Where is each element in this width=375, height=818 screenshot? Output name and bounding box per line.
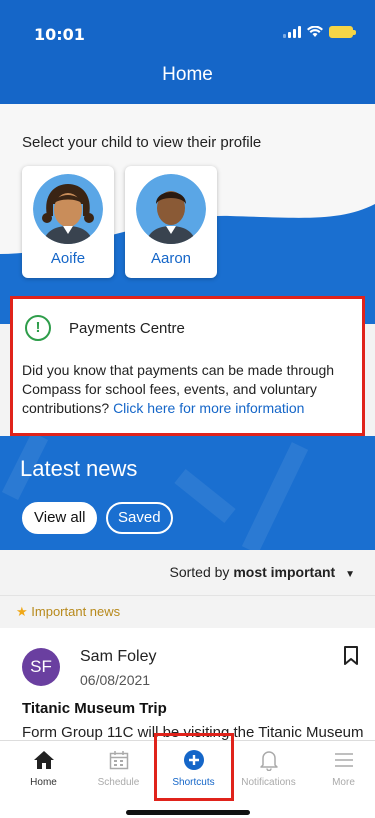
child-name: Aoife [50,250,86,267]
wifi-icon [307,26,323,37]
page-title: Home [162,64,213,85]
child-card-aaron[interactable]: Aaron [125,166,217,278]
nav-label: Notifications [241,777,296,788]
status-bar: 10:01 [0,0,375,60]
child-avatar [136,174,206,244]
shortcuts-highlight-box [154,733,234,801]
child-avatar [33,174,103,244]
sort-value: most important [233,564,336,580]
signal-icon [283,26,301,38]
saved-button[interactable]: Saved [106,502,173,534]
payments-info-link[interactable]: Click here for more information [113,400,304,416]
author-avatar: SF [22,648,60,686]
nav-schedule[interactable]: Schedule [81,747,156,788]
nav-label: Home [30,777,57,788]
home-icon [33,751,54,769]
battery-icon [329,26,356,38]
bell-icon [259,751,278,771]
latest-news-title: Latest news [20,456,138,481]
news-date: 06/08/2021 [80,672,151,688]
nav-home[interactable]: Home [6,747,81,788]
status-time: 10:01 [34,25,85,44]
calendar-icon [109,751,128,770]
latest-news-section: Latest news View all Saved [0,436,375,550]
nav-label: Schedule [97,777,140,788]
child-card-aoife[interactable]: Aoife [22,166,114,278]
payments-title: Payments Centre [69,320,185,337]
author-name: Sam Foley [80,648,157,665]
news-item[interactable]: SF Sam Foley 06/08/2021 Titanic Museum T… [0,628,375,748]
payments-body: Did you know that payments can be made t… [22,361,357,418]
caret-down-icon: ▼ [345,569,355,580]
nav-notifications[interactable]: Notifications [231,747,306,788]
bookmark-icon[interactable] [343,646,359,666]
sort-dropdown[interactable]: Sorted by most important ▼ [169,564,355,580]
nav-more[interactable]: More [306,747,375,788]
important-news-label: ★ Important news [16,604,121,619]
menu-icon [334,753,353,767]
select-child-prompt: Select your child to view their profile [22,134,262,151]
alert-icon: ! [25,315,51,341]
view-all-button[interactable]: View all [22,502,98,534]
news-item-title: Titanic Museum Trip [22,700,167,717]
important-news-header: ★ Important news [0,595,375,627]
home-indicator [126,810,250,815]
children-section: Select your child to view their profile … [0,104,375,324]
top-bar: 10:01 Home [0,0,375,104]
sort-bar: Sorted by most important ▼ [0,550,375,595]
nav-label: More [332,777,355,788]
payments-card[interactable]: ! Payments Centre Did you know that paym… [10,296,365,436]
star-icon: ★ [16,604,28,619]
sort-prefix: Sorted by [169,564,230,580]
child-name: Aaron [150,250,192,267]
status-icons [283,26,356,38]
